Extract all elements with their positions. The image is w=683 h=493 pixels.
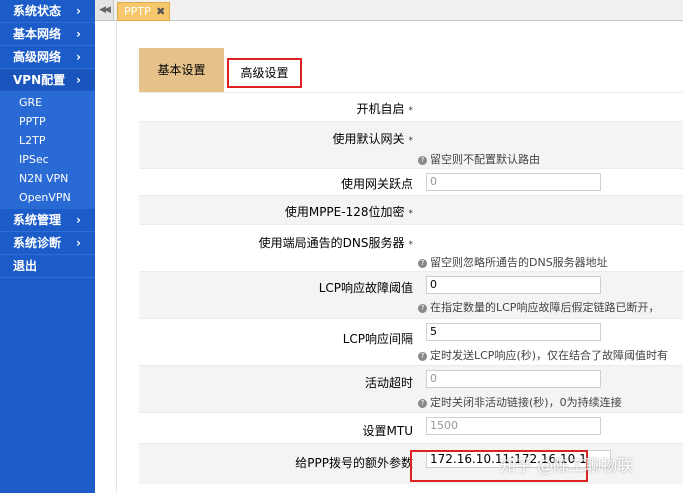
- sidebar-item-label: 退出: [13, 259, 38, 273]
- pptp-config-form: 基本设置 高级设置 开机自启 * 使用默认网关 * ? 留空则不配置默认路由 使用网关…: [139, 48, 683, 493]
- help-lcp-interval: ? 定时发送LCP响应(秒)，仅在结合了故障阈值时有: [418, 347, 668, 363]
- row-idle-timeout: 活动超时 0 ? 定时关闭非活动链接(秒)，0为持续连接: [139, 365, 683, 412]
- sidebar-item-logout[interactable]: 退出: [0, 255, 95, 278]
- row-mtu: 设置MTU 1500: [139, 412, 683, 443]
- chevron-right-icon: ›: [76, 27, 81, 41]
- sidebar-item-label: 系统管理: [13, 213, 62, 227]
- peer-dns-label: 使用端局通告的DNS服务器: [258, 236, 405, 250]
- sidebar-nav: 系统状态 › 基本网络 › 高级网络 › VPN配置 › GRE PPTP L2…: [0, 0, 95, 493]
- chevron-right-icon: ›: [76, 213, 81, 227]
- page-tab-bar: ◀◀ PPTP ✖: [95, 0, 683, 21]
- double-left-arrow-icon[interactable]: ◀◀: [95, 0, 114, 20]
- help-peer-dns: ? 留空则忽略所通告的DNS服务器地址: [418, 254, 608, 270]
- ppp-extra-label: 给PPP拨号的额外参数: [295, 456, 413, 470]
- row-mppe: 使用MPPE-128位加密 *: [139, 195, 683, 224]
- sidebar-item-label: 基本网络: [13, 27, 62, 41]
- help-default-gateway: ? 留空则不配置默认路由: [418, 151, 540, 167]
- sidebar-item-vpn-config[interactable]: VPN配置 ›: [0, 69, 95, 92]
- mtu-input[interactable]: 1500: [426, 417, 601, 435]
- default-gateway-label: 使用默认网关: [332, 132, 405, 146]
- idle-timeout-input[interactable]: 0: [426, 370, 601, 388]
- lcp-fail-label: LCP响应故障阈值: [318, 281, 413, 295]
- watermark: 知乎 @陈工聊物联: [500, 456, 634, 475]
- chevron-right-icon: ›: [76, 236, 81, 250]
- sidebar-item-label: 系统诊断: [13, 236, 62, 250]
- sidebar-item-advanced-network[interactable]: 高级网络 ›: [0, 46, 95, 69]
- chevron-right-icon: ›: [76, 50, 81, 64]
- checkbox-peer-dns[interactable]: *: [409, 240, 414, 250]
- lcp-fail-input[interactable]: 0: [426, 276, 601, 294]
- sidebar-item-label: 高级网络: [13, 50, 62, 64]
- sidebar-item-system-status[interactable]: 系统状态 ›: [0, 0, 95, 23]
- config-tabs: 基本设置 高级设置: [139, 48, 683, 92]
- submenu-item-openvpn[interactable]: OpenVPN: [0, 188, 95, 207]
- sidebar-item-basic-network[interactable]: 基本网络 ›: [0, 23, 95, 46]
- gateway-hop-label: 使用网关跃点: [340, 177, 413, 191]
- row-default-gateway: 使用默认网关 * ? 留空则不配置默认路由: [139, 121, 683, 168]
- help-icon: ?: [418, 398, 427, 408]
- gateway-hop-input[interactable]: 0: [426, 173, 601, 191]
- chevron-right-icon: ›: [76, 4, 81, 18]
- mppe-label: 使用MPPE-128位加密: [284, 205, 405, 219]
- tab-advanced-label: 高级设置: [227, 58, 302, 88]
- row-lcp-fail: LCP响应故障阈值 0 ? 在指定数量的LCP响应故障后假定链路已断开，: [139, 271, 683, 318]
- chevron-right-icon: ›: [76, 73, 81, 87]
- close-icon[interactable]: ✖: [156, 5, 165, 18]
- row-auto-start: 开机自启 *: [139, 92, 683, 121]
- checkbox-auto-start[interactable]: *: [409, 106, 414, 116]
- submenu-item-pptp[interactable]: PPTP: [0, 112, 95, 131]
- help-icon: ?: [418, 258, 427, 268]
- row-peer-dns: 使用端局通告的DNS服务器 * ? 留空则忽略所通告的DNS服务器地址: [139, 224, 683, 271]
- help-icon: ?: [418, 351, 427, 361]
- tab-basic-settings[interactable]: 基本设置: [139, 48, 224, 92]
- tab-pptp[interactable]: PPTP ✖: [117, 2, 171, 21]
- checkbox-mppe[interactable]: *: [409, 209, 414, 219]
- help-icon: ?: [418, 155, 427, 165]
- submenu-item-l2tp[interactable]: L2TP: [0, 131, 95, 150]
- auto-start-label: 开机自启: [356, 102, 405, 116]
- submenu-item-n2n-vpn[interactable]: N2N VPN: [0, 169, 95, 188]
- tab-advanced-settings[interactable]: 高级设置: [227, 48, 302, 92]
- idle-timeout-label: 活动超时: [364, 376, 413, 390]
- checkbox-default-gateway[interactable]: *: [409, 136, 414, 146]
- sidebar-item-label: 系统状态: [13, 4, 62, 18]
- submenu-item-gre[interactable]: GRE: [0, 93, 95, 112]
- lcp-interval-input[interactable]: 5: [426, 323, 601, 341]
- tab-label: PPTP: [124, 5, 151, 18]
- mtu-label: 设置MTU: [362, 424, 413, 438]
- sidebar-item-label: VPN配置: [13, 73, 66, 87]
- sidebar-item-system-diagnostics[interactable]: 系统诊断 ›: [0, 232, 95, 255]
- help-lcp-fail: ? 在指定数量的LCP响应故障后假定链路已断开，: [418, 299, 659, 315]
- submenu-item-ipsec[interactable]: IPSec: [0, 150, 95, 169]
- help-icon: ?: [418, 303, 427, 313]
- sidebar-item-system-management[interactable]: 系统管理 ›: [0, 209, 95, 232]
- vpn-submenu: GRE PPTP L2TP IPSec N2N VPN OpenVPN: [0, 92, 95, 209]
- help-idle-timeout: ? 定时关闭非活动链接(秒)，0为持续连接: [418, 394, 622, 410]
- row-gateway-hop: 使用网关跃点 0: [139, 168, 683, 195]
- lcp-interval-label: LCP响应间隔: [342, 332, 413, 346]
- row-lcp-interval: LCP响应间隔 5 ? 定时发送LCP响应(秒)，仅在结合了故障阈值时有: [139, 318, 683, 365]
